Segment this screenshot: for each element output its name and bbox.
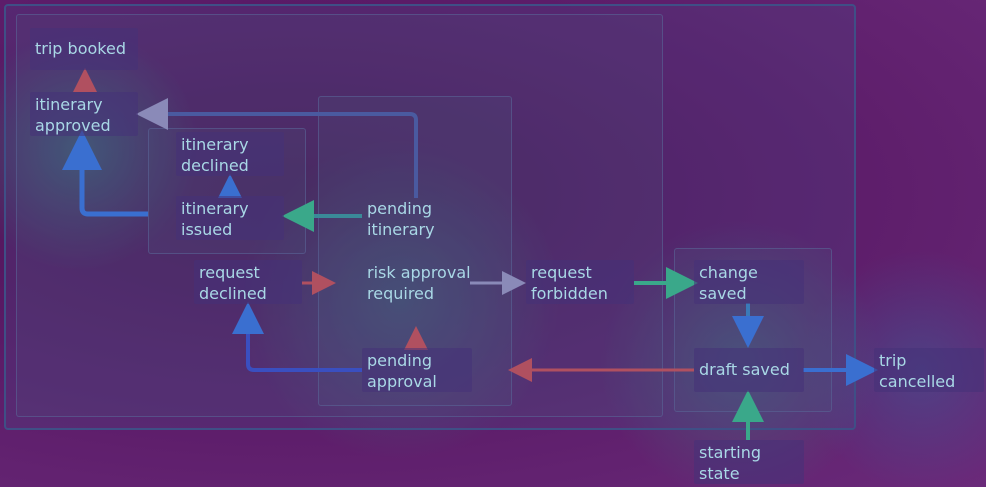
node-request-forbidden: request forbidden — [526, 260, 634, 304]
node-itinerary-approved: itinerary approved — [30, 92, 138, 136]
edge-pending-to-declined — [232, 302, 362, 372]
node-itinerary-issued: itinerary issued — [176, 196, 284, 240]
node-request-declined: request declined — [194, 260, 302, 304]
node-risk-approval-required: risk approval required — [367, 263, 471, 303]
edges-layer — [62, 68, 878, 440]
node-pending-itinerary: pending itinerary — [367, 199, 435, 239]
node-itinerary-declined: itinerary declined — [176, 132, 284, 176]
node-trip-cancelled: trip cancelled — [874, 348, 984, 392]
node-draft-saved: draft saved — [694, 348, 804, 392]
node-trip-booked: trip booked — [30, 28, 138, 70]
edge-issued-to-approved — [62, 130, 148, 217]
node-change-saved: change saved — [694, 260, 804, 304]
node-starting-state: starting state — [694, 440, 804, 484]
node-pending-approval: pending approval — [362, 348, 472, 392]
